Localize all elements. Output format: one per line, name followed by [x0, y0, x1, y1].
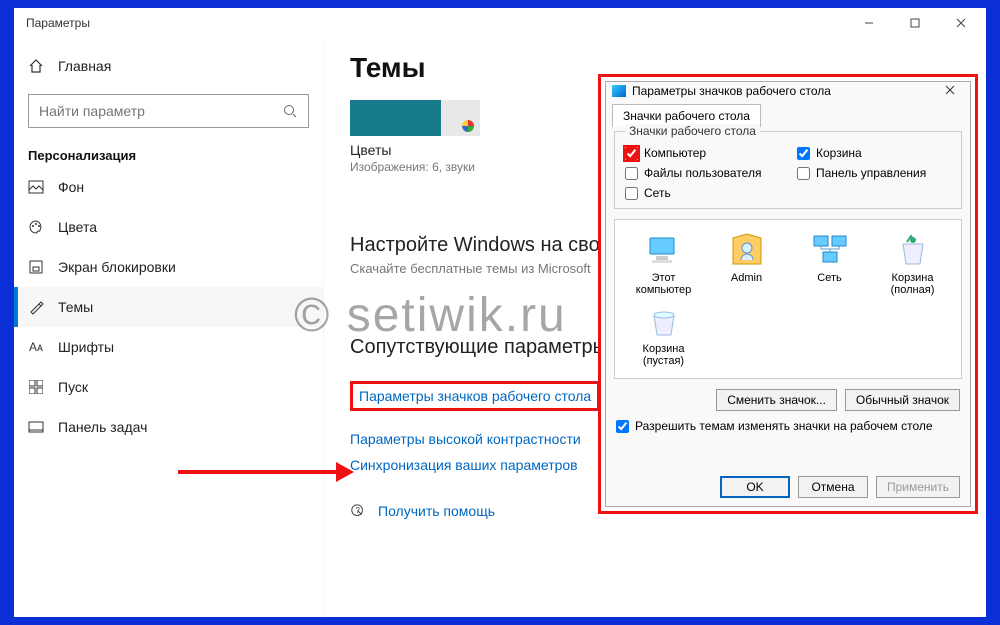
dialog-annotation-frame: Параметры значков рабочего стола Значки … — [598, 74, 978, 514]
settings-window: Параметры Главная — [14, 8, 986, 617]
dialog-title-text: Параметры значков рабочего стола — [632, 84, 831, 98]
link-get-help[interactable]: Получить помощь — [378, 503, 495, 519]
search-input[interactable] — [39, 103, 274, 119]
desktop-icons-dialog: Параметры значков рабочего стола Значки … — [605, 81, 971, 507]
icon-network[interactable]: Сеть — [791, 230, 868, 297]
icon-recycle-full[interactable]: Корзина (полная) — [874, 230, 951, 297]
checkbox-user-files[interactable]: Файлы пользователя — [625, 166, 779, 180]
checkbox-network[interactable]: Сеть — [625, 186, 779, 200]
dialog-tabs: Значки рабочего стола — [606, 100, 970, 127]
sidebar-item-taskbar[interactable]: Панель задач — [14, 407, 323, 447]
cancel-button[interactable]: Отмена — [798, 476, 868, 498]
color-wheel-icon — [462, 120, 474, 132]
search-icon — [282, 103, 298, 119]
sidebar-item-colors[interactable]: Цвета — [14, 207, 323, 247]
sidebar-section-title: Персонализация — [14, 142, 323, 167]
taskbar-icon — [28, 419, 44, 435]
sidebar-item-label: Темы — [58, 299, 93, 315]
group-legend: Значки рабочего стола — [625, 124, 760, 138]
start-icon — [28, 379, 44, 395]
dialog-close-button[interactable] — [936, 84, 964, 98]
apply-button[interactable]: Применить — [876, 476, 960, 498]
palette-icon — [28, 219, 44, 235]
sidebar-item-label: Цвета — [58, 219, 97, 235]
themes-icon — [28, 299, 44, 315]
minimize-button[interactable] — [846, 8, 892, 38]
checkbox-computer[interactable]: Компьютер — [625, 146, 779, 160]
sidebar: Главная Персонализация Фон Цвета Экран б… — [14, 38, 324, 617]
window-title: Параметры — [26, 16, 90, 30]
default-icon-button[interactable]: Обычный значок — [845, 389, 960, 411]
icon-preview-list[interactable]: Этот компьютер Admin Сеть Корзина (полна… — [614, 219, 962, 379]
sidebar-item-label: Пуск — [58, 379, 88, 395]
sidebar-item-start[interactable]: Пуск — [14, 367, 323, 407]
titlebar: Параметры — [14, 8, 986, 38]
desktop-icons-group: Значки рабочего стола Компьютер Корзина … — [614, 131, 962, 209]
maximize-button[interactable] — [892, 8, 938, 38]
lockscreen-icon — [28, 259, 44, 275]
sidebar-item-label: Шрифты — [58, 339, 114, 355]
checkbox-recycle-bin[interactable]: Корзина — [797, 146, 951, 160]
icon-recycle-empty[interactable]: Корзина (пустая) — [625, 301, 702, 368]
fonts-icon: Aᴀ — [28, 339, 44, 355]
dialog-titlebar: Параметры значков рабочего стола — [606, 82, 970, 100]
change-icon-button[interactable]: Сменить значок... — [716, 389, 837, 411]
checkbox-allow-themes[interactable]: Разрешить темам изменять значки на рабоч… — [606, 415, 970, 437]
svg-text:?: ? — [355, 506, 360, 515]
theme-thumbnail[interactable] — [350, 100, 480, 136]
help-icon: ? — [350, 503, 366, 519]
icon-this-pc[interactable]: Этот компьютер — [625, 230, 702, 297]
sidebar-item-fonts[interactable]: Aᴀ Шрифты — [14, 327, 323, 367]
sidebar-item-background[interactable]: Фон — [14, 167, 323, 207]
checkbox-control-panel[interactable]: Панель управления — [797, 166, 951, 180]
sidebar-home-label: Главная — [58, 58, 111, 74]
picture-icon — [28, 179, 44, 195]
close-button[interactable] — [938, 8, 984, 38]
sidebar-item-themes[interactable]: Темы — [14, 287, 323, 327]
icon-admin[interactable]: Admin — [708, 230, 785, 297]
sidebar-item-label: Фон — [58, 179, 84, 195]
dialog-app-icon — [612, 85, 626, 97]
search-box[interactable] — [28, 94, 309, 128]
ok-button[interactable]: OK — [720, 476, 790, 498]
sidebar-home[interactable]: Главная — [14, 46, 323, 86]
sidebar-item-lockscreen[interactable]: Экран блокировки — [14, 247, 323, 287]
link-desktop-icon-settings[interactable]: Параметры значков рабочего стола — [350, 381, 600, 411]
sidebar-item-label: Панель задач — [58, 419, 147, 435]
sidebar-item-label: Экран блокировки — [58, 259, 176, 275]
home-icon — [28, 58, 44, 74]
